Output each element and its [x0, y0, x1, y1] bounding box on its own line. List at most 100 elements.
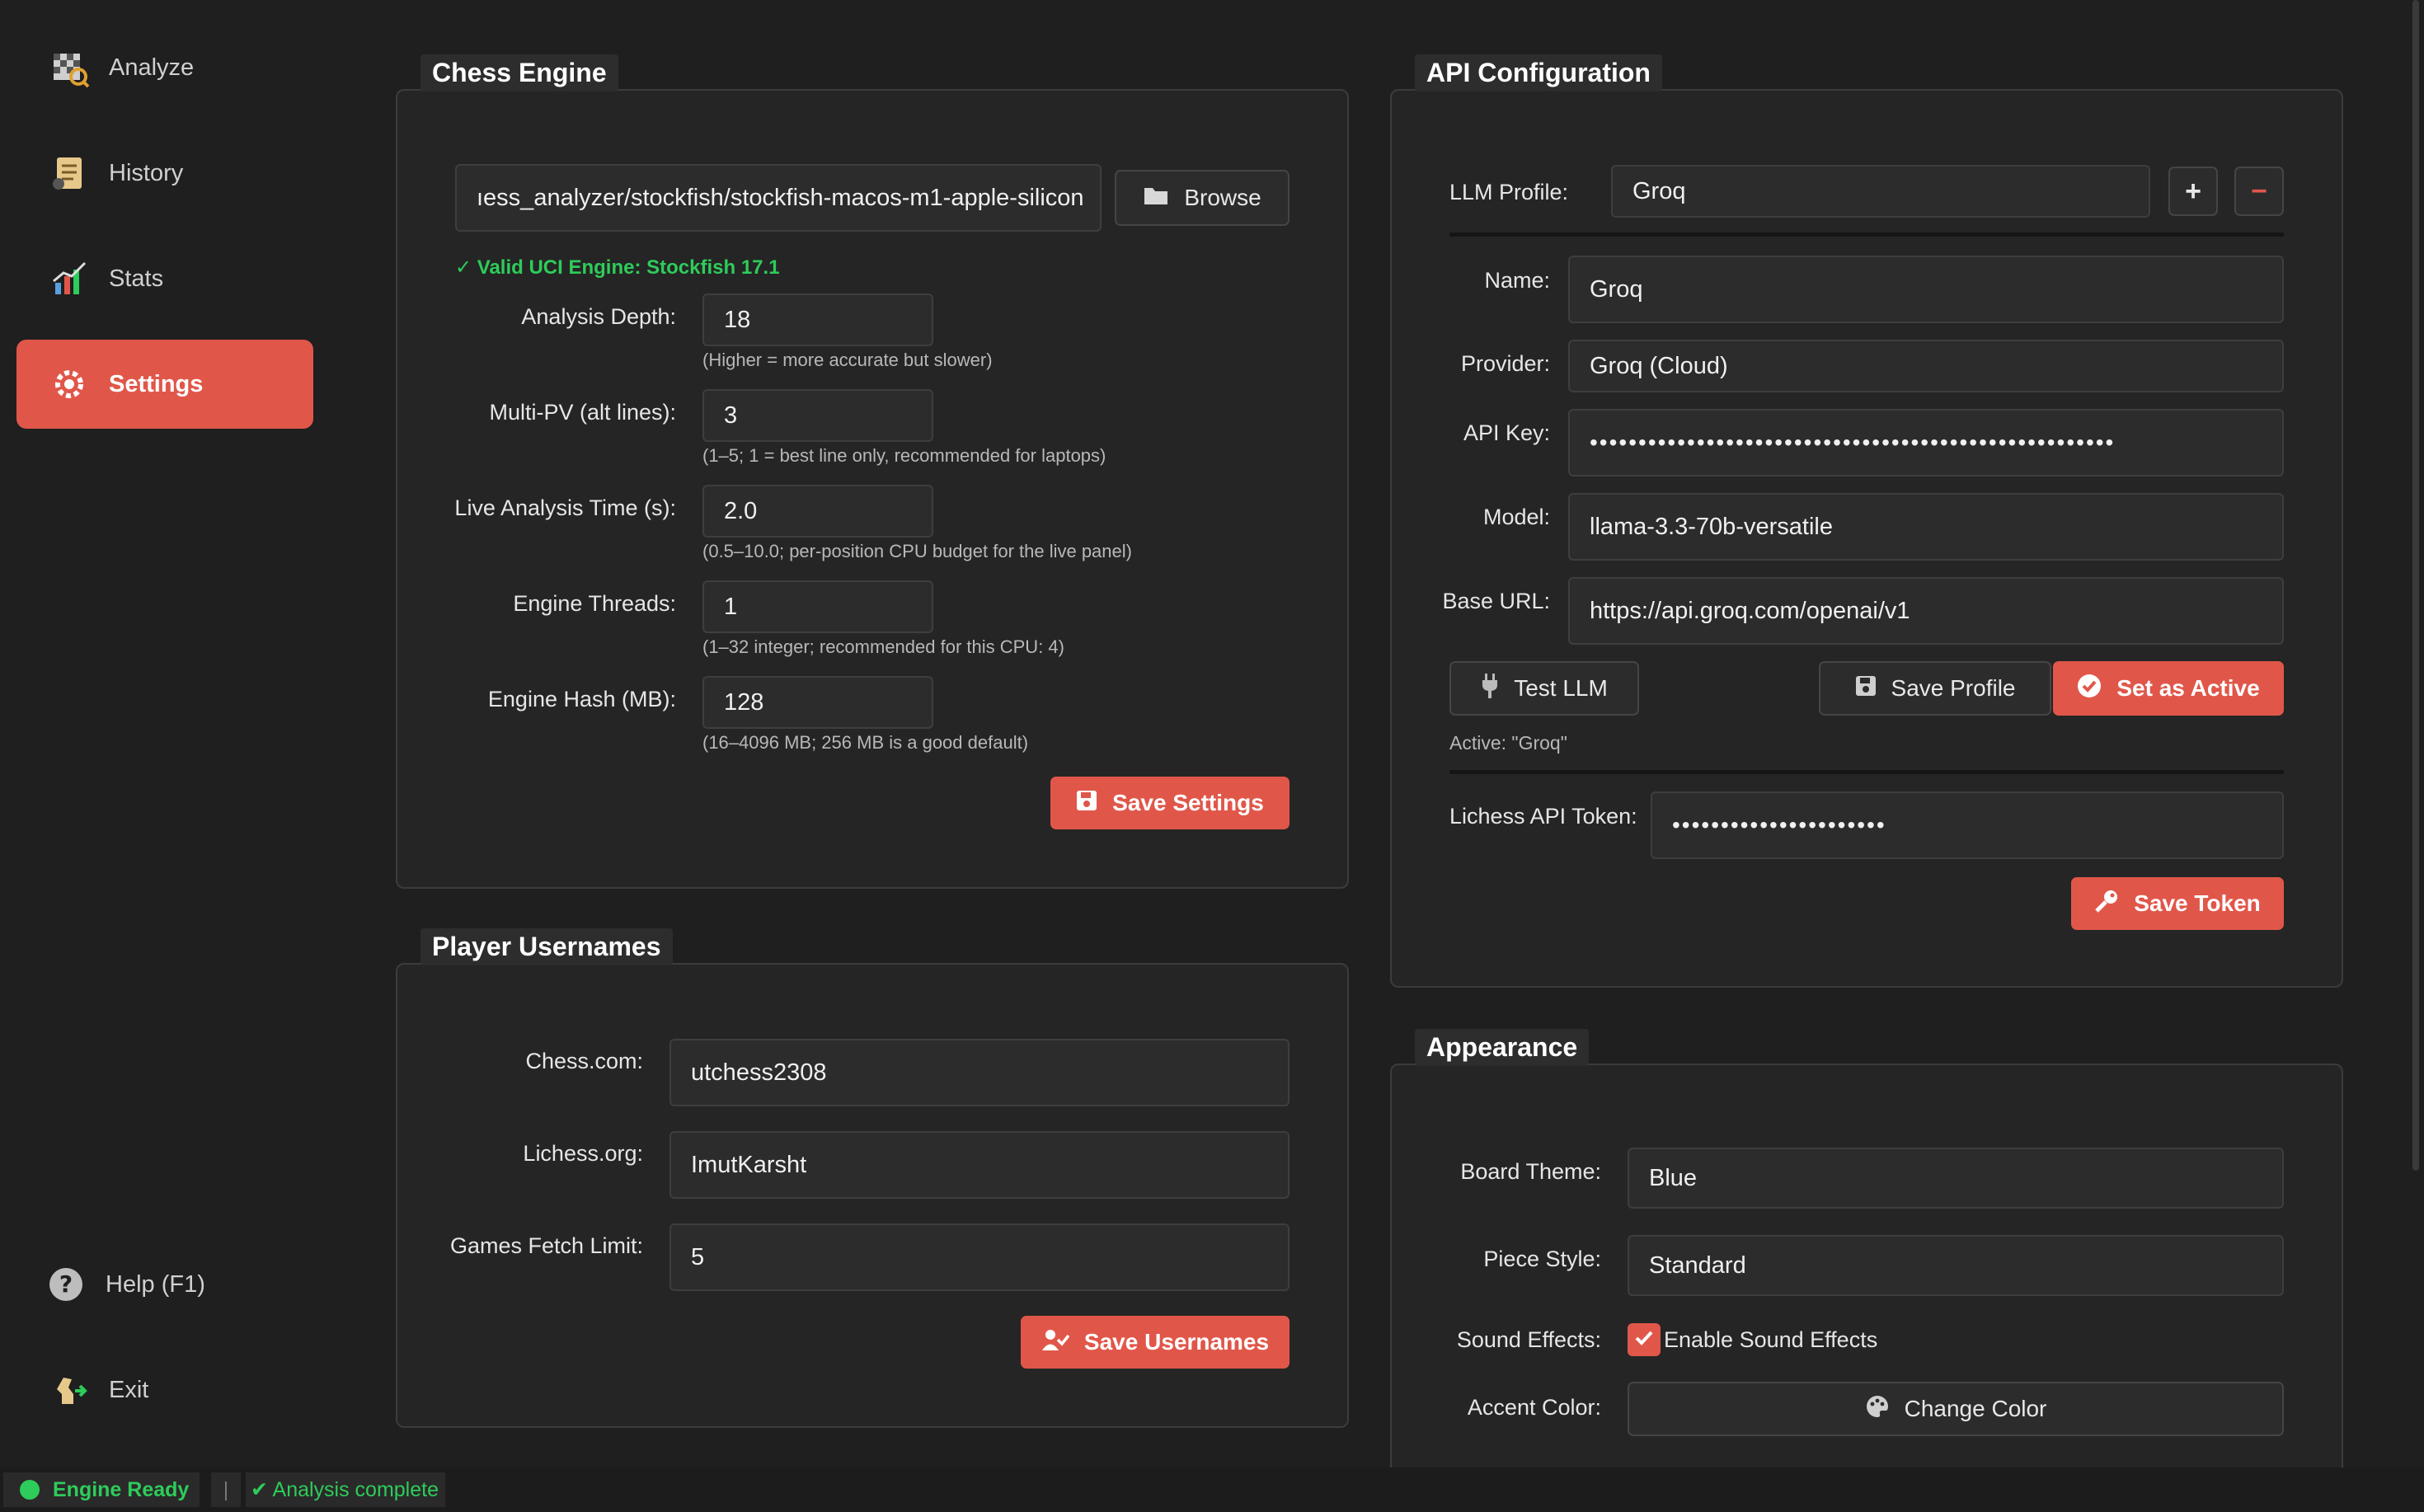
- engine-threads-label: Engine Threads:: [513, 591, 676, 616]
- floppy-icon: [1855, 675, 1877, 702]
- chesscom-input[interactable]: utchess2308: [669, 1039, 1290, 1106]
- test-llm-label: Test LLM: [1514, 675, 1608, 701]
- folder-icon: [1143, 185, 1169, 212]
- llm-profile-label: LLM Profile:: [1449, 180, 1569, 204]
- api-key-label: API Key:: [1463, 420, 1550, 445]
- divider: [1449, 232, 2284, 237]
- analysis-depth-hint: (Higher = more accurate but slower): [702, 350, 993, 370]
- floppy-icon: [1076, 790, 1097, 817]
- chart-stats-icon: [45, 254, 94, 303]
- checkmark-icon: [1632, 1327, 1656, 1354]
- appearance-title: Appearance: [1415, 1029, 1590, 1066]
- change-color-label: Change Color: [1904, 1396, 2047, 1421]
- plug-icon: [1481, 673, 1499, 704]
- active-profile-text: Active: "Groq": [1449, 732, 1567, 754]
- sidebar-item-analyze[interactable]: Analyze: [16, 23, 313, 112]
- engine-path-input[interactable]: ıess_analyzer/stockfish/stockfish-macos-…: [455, 164, 1102, 232]
- name-input[interactable]: Groq: [1568, 256, 2284, 323]
- add-profile-button[interactable]: +: [2168, 167, 2218, 216]
- analysis-depth-input[interactable]: 18: [702, 293, 933, 346]
- engine-status: Engine Ready: [3, 1472, 200, 1507]
- exit-label: Exit: [109, 1376, 149, 1403]
- user-check-icon: [1041, 1328, 1070, 1357]
- browse-button[interactable]: Browse: [1115, 170, 1290, 226]
- gear-settings-icon: [45, 359, 94, 409]
- minus-icon: −: [2251, 175, 2267, 207]
- api-key-input[interactable]: ••••••••••••••••••••••••••••••••••••••••…: [1568, 409, 2284, 477]
- sidebar-item-label: History: [109, 159, 184, 186]
- engine-hash-input[interactable]: 128: [702, 676, 933, 729]
- sidebar-item-stats[interactable]: Stats: [16, 234, 313, 323]
- fetch-limit-input[interactable]: 5: [669, 1223, 1290, 1291]
- lichess-token-label: Lichess API Token:: [1449, 804, 1637, 829]
- board-theme-label: Board Theme:: [1460, 1159, 1601, 1184]
- llm-profile-select[interactable]: Groq: [1611, 165, 2150, 218]
- provider-select[interactable]: Groq (Cloud): [1568, 340, 2284, 392]
- model-input[interactable]: llama-3.3-70b-versatile: [1568, 493, 2284, 561]
- model-label: Model:: [1482, 505, 1550, 529]
- accent-color-label: Accent Color:: [1467, 1395, 1601, 1420]
- chesscom-label: Chess.com:: [525, 1049, 643, 1073]
- live-time-input[interactable]: 2.0: [702, 485, 933, 538]
- sound-effects-checkbox-label[interactable]: Enable Sound Effects: [1664, 1327, 1877, 1353]
- sidebar-item-settings[interactable]: Settings: [16, 340, 313, 429]
- save-settings-label: Save Settings: [1112, 790, 1264, 815]
- status-dot-icon: [20, 1480, 40, 1500]
- sidebar-item-label: Settings: [109, 370, 204, 397]
- engine-threads-hint: (1–32 integer; recommended for this CPU:…: [702, 636, 1064, 657]
- base-url-input[interactable]: https://api.groq.com/openai/v1: [1568, 577, 2284, 645]
- fetch-limit-label: Games Fetch Limit:: [449, 1233, 643, 1258]
- analysis-depth-label: Analysis Depth:: [521, 304, 676, 329]
- sidebar-item-label: Analyze: [109, 54, 195, 81]
- save-usernames-label: Save Usernames: [1083, 1329, 1270, 1355]
- api-config-title: API Configuration: [1415, 54, 1662, 92]
- svg-text:?: ?: [59, 1270, 73, 1298]
- exit-button[interactable]: Exit: [16, 1345, 313, 1435]
- piece-style-select[interactable]: Standard: [1628, 1235, 2284, 1296]
- help-button[interactable]: ? Help (F1): [16, 1240, 313, 1329]
- name-label: Name:: [1484, 268, 1550, 293]
- set-active-button[interactable]: Set as Active: [2053, 661, 2284, 716]
- lichess-token-input[interactable]: ••••••••••••••••••••••: [1651, 791, 2284, 859]
- save-settings-button[interactable]: Save Settings: [1050, 777, 1290, 829]
- key-icon: [2094, 889, 2119, 919]
- test-llm-button[interactable]: Test LLM: [1449, 661, 1639, 716]
- divider: [1449, 770, 2284, 774]
- multipv-input[interactable]: 3: [702, 389, 933, 442]
- sound-effects-label: Sound Effects:: [1456, 1327, 1601, 1352]
- question-icon: ?: [41, 1260, 91, 1309]
- lichess-input[interactable]: ImutKarsht: [669, 1131, 1290, 1199]
- engine-valid-status: ✓ Valid UCI Engine: Stockfish 17.1: [455, 256, 780, 279]
- save-profile-button[interactable]: Save Profile: [1819, 661, 2051, 716]
- engine-threads-input[interactable]: 1: [702, 580, 933, 633]
- chess-engine-title: Chess Engine: [420, 54, 618, 92]
- sidebar: Analyze History Stats Settings ? Help (F…: [0, 0, 330, 1467]
- live-time-label: Live Analysis Time (s):: [454, 495, 676, 520]
- set-active-label: Set as Active: [2116, 675, 2260, 701]
- status-bar: Engine Ready | ✔ Analysis complete: [0, 1467, 2424, 1512]
- live-time-hint: (0.5–10.0; per-position CPU budget for t…: [702, 541, 1132, 561]
- base-url-label: Base URL:: [1442, 589, 1550, 613]
- board-theme-select[interactable]: Blue: [1628, 1148, 2284, 1209]
- scrollbar[interactable]: [2412, 0, 2419, 1171]
- sidebar-item-history[interactable]: History: [16, 129, 313, 218]
- multipv-hint: (1–5; 1 = best line only, recommended fo…: [702, 445, 1106, 466]
- usernames-title: Player Usernames: [420, 928, 673, 965]
- engine-hash-label: Engine Hash (MB):: [487, 687, 676, 711]
- save-token-button[interactable]: Save Token: [2071, 877, 2284, 930]
- analysis-status: ✔ Analysis complete: [246, 1472, 445, 1507]
- engine-status-text: Engine Ready: [53, 1477, 190, 1501]
- change-color-button[interactable]: Change Color: [1628, 1382, 2284, 1436]
- exit-icon: [45, 1365, 94, 1415]
- scroll-history-icon: [45, 148, 94, 198]
- check-circle-icon: [2077, 674, 2102, 704]
- lichess-label: Lichess.org:: [523, 1141, 643, 1166]
- provider-label: Provider:: [1460, 351, 1550, 376]
- sidebar-item-label: Stats: [109, 265, 164, 292]
- sound-effects-checkbox[interactable]: [1628, 1323, 1661, 1356]
- save-usernames-button[interactable]: Save Usernames: [1021, 1316, 1290, 1369]
- browse-label: Browse: [1184, 185, 1261, 210]
- plus-icon: +: [2185, 175, 2201, 207]
- help-label: Help (F1): [106, 1270, 205, 1298]
- remove-profile-button[interactable]: −: [2234, 167, 2284, 216]
